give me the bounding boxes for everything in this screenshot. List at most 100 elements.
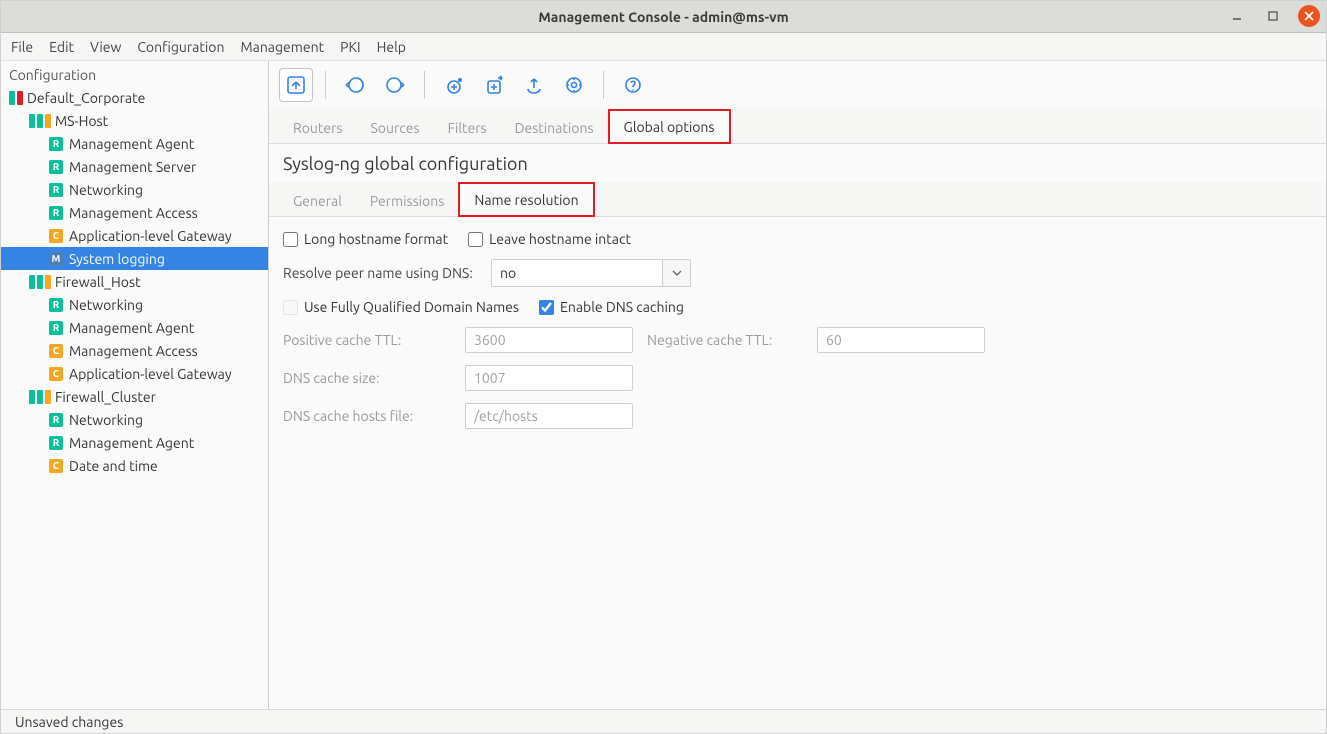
tree-item[interactable]: CManagement Access [1,339,268,362]
help-cycle-icon[interactable] [616,68,650,102]
minimize-button[interactable] [1226,5,1248,27]
hosts-file-input[interactable] [465,403,633,429]
new-source-icon[interactable] [437,68,471,102]
tree-item[interactable]: RNetworking [1,293,268,316]
neg-ttl-label: Negative cache TTL: [647,332,807,348]
tree-item-label: Application-level Gateway [69,228,232,244]
enable-dns-cache-checkbox[interactable]: Enable DNS caching [539,299,684,315]
tree-item[interactable]: RNetworking [1,178,268,201]
long-hostname-checkbox[interactable]: Long hostname format [283,231,448,247]
pos-ttl-input[interactable] [465,327,633,353]
body-split: Configuration Default_CorporateMS-HostRM… [1,61,1326,709]
tree-item[interactable]: MSystem logging [1,247,268,270]
badge-R-icon: R [49,137,63,151]
cache-size-input[interactable] [465,365,633,391]
toolbar [269,61,1326,109]
tree-item[interactable]: RManagement Agent [1,431,268,454]
section-tab-routers[interactable]: Routers [279,112,356,143]
tree-item[interactable]: Default_Corporate [1,86,268,109]
new-destination-icon[interactable] [477,68,511,102]
menu-edit[interactable]: Edit [49,39,74,55]
badge-R-icon: R [49,321,63,335]
tree-item[interactable]: R Management Agent [1,132,268,155]
menu-pki[interactable]: PKI [340,39,360,55]
badge-R-icon: R [49,436,63,450]
up-level-icon[interactable] [279,68,313,102]
commit-icon[interactable] [338,68,372,102]
upload-icon[interactable] [517,68,551,102]
sub-tab-name-resolution[interactable]: Name resolution [458,182,594,217]
menu-view[interactable]: View [90,39,121,55]
hosts-file-label: DNS cache hosts file: [283,408,455,424]
section-tab-destinations[interactable]: Destinations [501,112,608,143]
leave-hostname-checkbox[interactable]: Leave hostname intact [468,231,631,247]
section-tab-global-options[interactable]: Global options [608,109,731,144]
tree-item[interactable]: RManagement Access [1,201,268,224]
revert-icon[interactable] [378,68,412,102]
sidebar: Configuration Default_CorporateMS-HostRM… [1,61,269,709]
neg-ttl-input[interactable] [817,327,985,353]
use-fqdn-label: Use Fully Qualified Domain Names [304,299,519,315]
pos-ttl-label: Positive cache TTL: [283,332,455,348]
window: Management Console - admin@ms-vm File Ed… [0,0,1327,734]
tree-item-label: Management Server [69,159,196,175]
section-tabs: RoutersSourcesFiltersDestinationsGlobal … [269,109,1326,144]
config-tree[interactable]: Default_CorporateMS-Host R Management Agen… [1,86,268,709]
leave-hostname-input[interactable] [468,232,483,247]
gear-cycle-icon[interactable] [557,68,591,102]
cache-size-label: DNS cache size: [283,370,455,386]
sub-tab-permissions[interactable]: Permissions [356,185,458,216]
badge-M-icon: M [49,252,63,266]
separator-icon [603,71,604,99]
badge-R-icon: R [49,160,63,174]
page-title: Syslog-ng global configuration [269,144,1326,182]
titlebar: Management Console - admin@ms-vm [1,1,1326,33]
long-hostname-label: Long hostname format [304,231,448,247]
tree-item[interactable]: R Management Server [1,155,268,178]
window-title: Management Console - admin@ms-vm [1,9,1326,25]
maximize-button[interactable] [1262,5,1284,27]
tree-item[interactable]: RManagement Agent [1,316,268,339]
tree-item-label: Networking [69,412,143,428]
main: RoutersSourcesFiltersDestinationsGlobal … [269,61,1326,709]
chevron-down-icon[interactable] [662,260,690,286]
window-controls [1226,5,1320,27]
tree-item-label: Management Agent [69,136,194,152]
tree-item[interactable]: R Networking [1,408,268,431]
section-tab-sources[interactable]: Sources [356,112,433,143]
menu-help[interactable]: Help [377,39,406,55]
tree-item[interactable]: CApplication-level Gateway [1,362,268,385]
use-fqdn-checkbox: Use Fully Qualified Domain Names [283,299,519,315]
separator-icon [424,71,425,99]
use-fqdn-input [283,300,298,315]
tree-item[interactable]: MS-Host [1,109,268,132]
tree-item-label: Networking [69,182,143,198]
menu-management[interactable]: Management [240,39,324,55]
leave-hostname-label: Leave hostname intact [489,231,631,247]
tree-item-label: Firewall_Cluster [55,389,156,405]
statusbar: Unsaved changes [1,709,1326,733]
sub-tab-general[interactable]: General [279,185,356,216]
enable-dns-cache-input[interactable] [539,300,554,315]
tree-item[interactable]: CDate and time [1,454,268,477]
menu-file[interactable]: File [11,39,33,55]
section-tab-filters[interactable]: Filters [434,112,501,143]
tree-item[interactable]: Firewall_Host [1,270,268,293]
name-resolution-form: Long hostname format Leave hostname inta… [269,217,1326,709]
menu-configuration[interactable]: Configuration [137,39,224,55]
close-button[interactable] [1298,5,1320,27]
badge-C-icon: C [49,459,63,473]
separator-icon [325,71,326,99]
badge-C-icon: C [49,229,63,243]
badge-R-icon: R [49,206,63,220]
enable-dns-cache-label: Enable DNS caching [560,299,684,315]
menubar: File Edit View Configuration Management … [1,33,1326,61]
tree-item-label: Firewall_Host [55,274,141,290]
badge-R-icon: R [49,298,63,312]
tree-item[interactable]: Firewall_Cluster [1,385,268,408]
tree-item[interactable]: C Application-level Gateway [1,224,268,247]
long-hostname-input[interactable] [283,232,298,247]
resolve-dns-value: no [492,260,662,286]
badge-R-icon: R [49,413,63,427]
resolve-dns-combo[interactable]: no [491,259,691,287]
